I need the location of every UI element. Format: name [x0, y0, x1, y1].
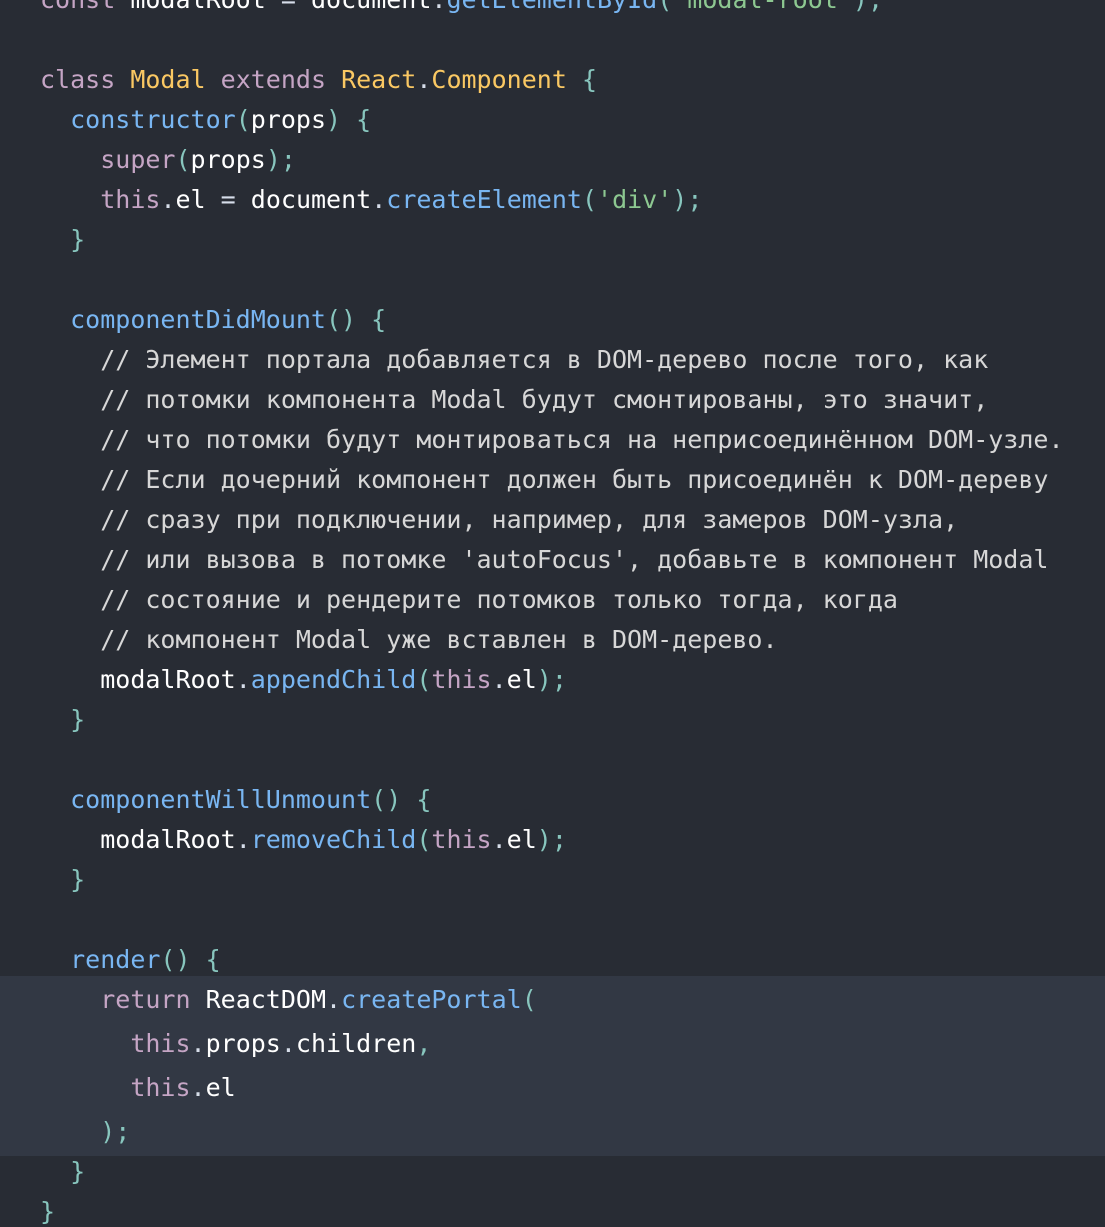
code-line: } — [70, 865, 86, 894]
code-line: ); — [100, 1117, 131, 1146]
code-line: // состояние и рендерите потомков только… — [100, 585, 898, 614]
code-line: } — [40, 1197, 56, 1226]
code-line: // компонент Modal уже вставлен в DOM-де… — [100, 625, 778, 654]
code-line: return ReactDOM.createPortal( — [100, 985, 537, 1014]
code-line: render() { — [70, 945, 221, 974]
code-line: modalRoot.removeChild(this.el); — [100, 825, 567, 854]
code-line: componentWillUnmount() { — [70, 785, 432, 814]
code-line: super(props); — [100, 145, 296, 174]
code-line: // Элемент портала добавляется в DOM-дер… — [100, 345, 989, 374]
code-line: constructor(props) { — [70, 105, 372, 134]
code-line: const modalRoot = document.getElementByI… — [40, 0, 883, 20]
code-line: // или вызова в потомке 'autoFocus', доб… — [100, 545, 1049, 574]
code-line: this.el = document.createElement('div'); — [100, 185, 703, 214]
code-line: } — [70, 1157, 86, 1186]
code-line: } — [70, 225, 86, 254]
code-line: // потомки компонента Modal будут смонти… — [100, 385, 989, 414]
code-line: class Modal extends React.Component { — [40, 65, 597, 94]
code-line: this.el — [130, 1073, 236, 1102]
code-line: // Если дочерний компонент должен быть п… — [100, 465, 1049, 494]
code-editor[interactable]: const modalRoot = document.getElementByI… — [0, 0, 1105, 1227]
code-line: // что потомки будут монтироваться на не… — [100, 425, 1064, 454]
code-line: componentDidMount() { — [70, 305, 387, 334]
code-line: } — [70, 705, 86, 734]
code-line: this.props.children, — [130, 1029, 432, 1058]
code-line: // сразу при подключении, например, для … — [100, 505, 959, 534]
code-line: modalRoot.appendChild(this.el); — [100, 665, 567, 694]
